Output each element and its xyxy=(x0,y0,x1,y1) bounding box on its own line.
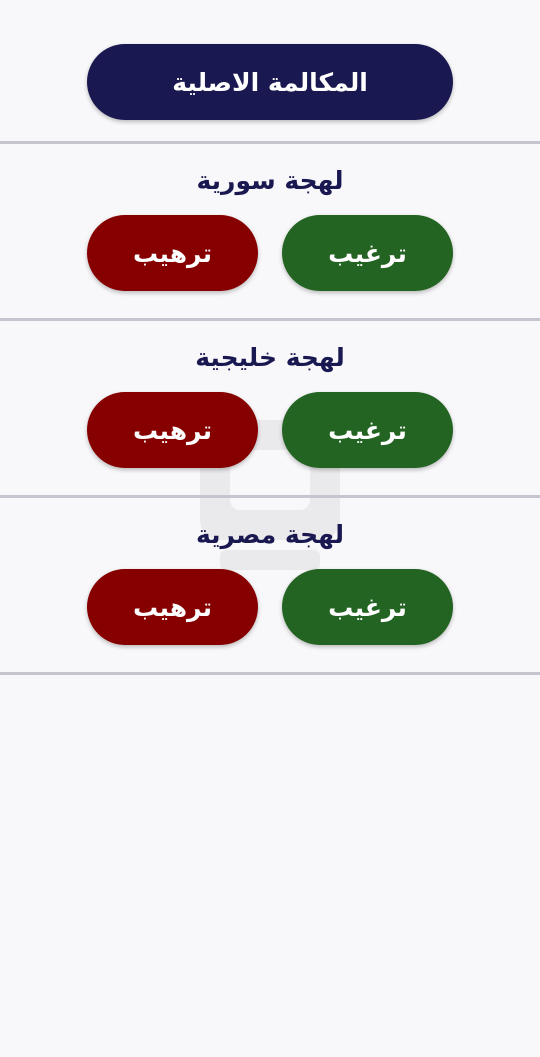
original-call-button[interactable]: المكالمة الاصلية xyxy=(87,44,453,120)
section-title-egyptian: لهجة مصرية xyxy=(196,520,344,549)
divider xyxy=(0,495,540,498)
divider xyxy=(0,672,540,675)
section-title-syrian: لهجة سورية xyxy=(196,166,344,195)
gulf-encourage-button[interactable]: ترغيب xyxy=(282,392,453,468)
divider xyxy=(0,318,540,321)
section-title-gulf: لهجة خليجية xyxy=(195,343,345,372)
syrian-encourage-button[interactable]: ترغيب xyxy=(282,215,453,291)
gulf-intimidate-button[interactable]: ترهيب xyxy=(87,392,258,468)
syrian-intimidate-button[interactable]: ترهيب xyxy=(87,215,258,291)
divider xyxy=(0,141,540,144)
egyptian-encourage-button[interactable]: ترغيب xyxy=(282,569,453,645)
egyptian-intimidate-button[interactable]: ترهيب xyxy=(87,569,258,645)
